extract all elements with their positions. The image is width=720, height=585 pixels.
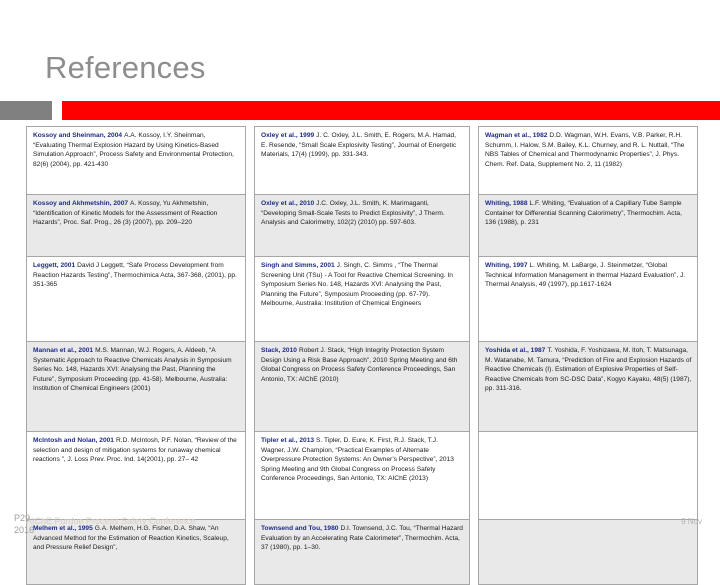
reference-entry: Mannan et al., 2001 M.S. Mannan, W.J. Rog… [26,341,246,431]
header-accent-bar [0,101,720,120]
reference-entry: Oxley et al., 1999 J. C. Oxley, J.L. Smit… [254,126,470,194]
reference-citation: Oxley et al., 2010 [261,200,315,207]
slide-footer-left: P29 2016 [14,512,34,536]
reference-entry: Wagman et al., 1982 D.D. Wagman, W.H. Eva… [478,126,698,194]
reference-entry [478,431,698,519]
reference-entry [478,519,698,585]
slide-root: References Kossoy and Sheinman, 2004 A.A.… [0,0,720,585]
references-column-2: Oxley et al., 1999 J. C. Oxley, J.L. Smit… [250,126,474,585]
reference-citation: Whiting, 1988 [485,200,528,207]
reference-citation: Melhem et al., 1995 [33,525,93,532]
reference-entry: Townsend and Tou, 1980 D.I. Townsend, J.C… [254,519,470,585]
reference-entry: Leggett, 2001 David J Leggett, “Safe Proc… [26,256,246,341]
page-title: References [45,50,206,85]
reference-entry: Kossoy and Sheinman, 2004 A.A. Kossoy, I.… [26,126,246,194]
references-table: Kossoy and Sheinman, 2004 A.A. Kossoy, I.… [26,126,698,585]
reference-entry: Whiting, 1997 L. Whiting, M. LaBarge, J. … [478,256,698,341]
reference-entry: Oxley et al., 2010 J.C. Oxley, J.L. Smith… [254,194,470,256]
reference-citation: Tipler et al., 2013 [261,437,315,444]
reference-entry: Tipler et al., 2013 S. Tipler, D. Eure, K… [254,431,470,519]
reference-citation: Whiting, 1997 [485,262,528,269]
reference-citation: Yoshida et al., 1987 [485,347,546,354]
reference-entry: McIntosh and Nolan, 2001 R.D. McIntosh, P… [26,431,246,519]
references-column-1: Kossoy and Sheinman, 2004 A.A. Kossoy, I.… [26,126,250,585]
slide-footer-date: 9 Nov [681,517,702,526]
reference-entry: Kossoy and Akhmetshin, 2007 A. Kossoy, Yu… [26,194,246,256]
header-gray-block [0,101,52,120]
reference-citation: Townsend and Tou, 1980 [261,525,339,532]
reference-citation: Wagman et al., 1982 [485,132,548,139]
references-column-3: Wagman et al., 1982 D.D. Wagman, W.H. Eva… [474,126,698,585]
reference-citation: McIntosh and Nolan, 2001 [33,437,114,444]
reference-citation: Kossoy and Sheinman, 2004 [33,132,123,139]
reference-citation: Leggett, 2001 [33,262,76,269]
reference-citation: Kossoy and Akhmetshin, 2007 [33,200,129,207]
footer-year: 2016 [14,525,35,535]
reference-citation: Singh and Simms, 2001 [261,262,335,269]
reference-citation: Oxley et al., 1999 [261,132,315,139]
reference-entry: Yoshida et al., 1987 T. Yoshida, F. Yoshi… [478,341,698,431]
reference-citation: Mannan et al., 2001 [33,347,94,354]
reference-citation: Stack, 2010 [261,347,297,354]
reference-entry: Whiting, 1988 L.F. Whiting, “Evaluation o… [478,194,698,256]
reference-entry: Stack, 2010 Robert J. Stack, “High Integr… [254,341,470,431]
page-number: P29 [14,513,31,523]
reference-entry: Singh and Simms, 2001 J. Singh, C. Simms … [254,256,470,341]
header-red-bar [62,101,720,120]
reference-entry: Melhem et al., 1995 G.A. Melhem, H.G. Fis… [26,519,246,585]
